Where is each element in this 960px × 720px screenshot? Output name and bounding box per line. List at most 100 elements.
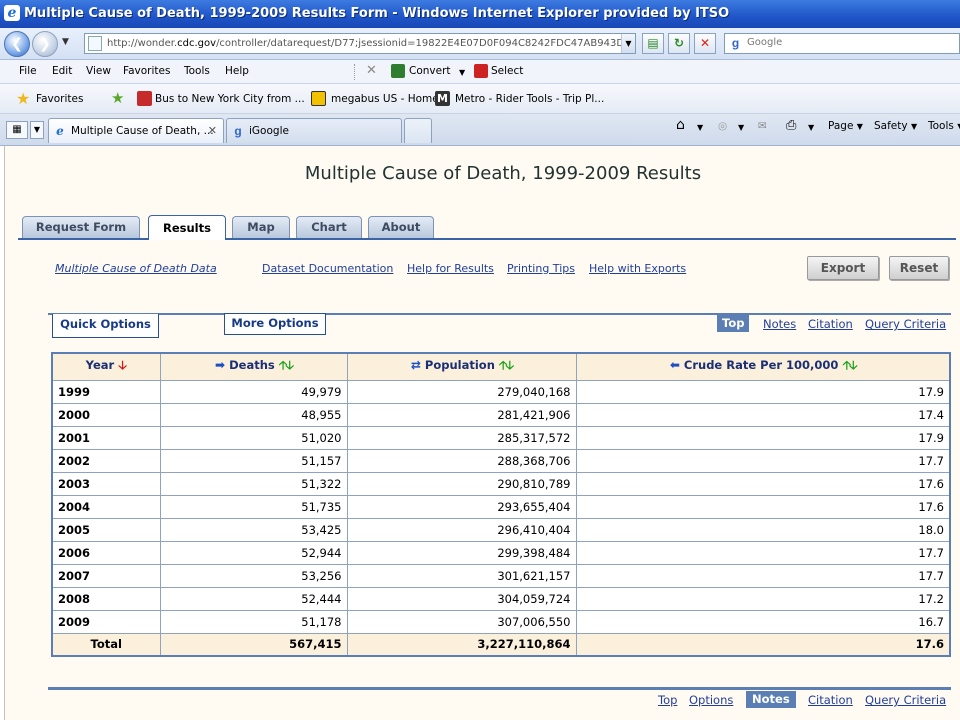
google-favicon: g (234, 124, 242, 138)
more-options-tab[interactable]: More Options (224, 313, 326, 335)
bus-site-icon (137, 91, 152, 106)
cell-deaths: 51,178 (159, 609, 348, 634)
favorite-link-megabus[interactable]: megabus US - Home (331, 93, 439, 105)
cell-year: 2002 (51, 448, 161, 473)
home-icon[interactable]: ⌂ (676, 117, 685, 133)
header-population[interactable]: ⇄ Population 🡡🡣 (346, 352, 577, 381)
read-mail-icon[interactable]: ✉ (758, 120, 767, 132)
tab-chart[interactable]: Chart (296, 216, 362, 238)
table-row: 1999 49,979 279,040,168 17.9 (51, 379, 951, 404)
refresh-icon[interactable]: ↻ (668, 33, 690, 54)
nav-citation-link[interactable]: Citation (808, 317, 853, 331)
cell-crude-rate: 17.6 (575, 471, 951, 496)
convert-button[interactable]: Convert (409, 65, 451, 77)
compatibility-view-icon[interactable]: ▤ (642, 33, 664, 54)
link-dataset-data[interactable]: Multiple Cause of Death Data (55, 262, 217, 275)
convert-dropdown-icon[interactable]: ▼ (459, 68, 465, 77)
tab-list-dropdown-icon[interactable]: ▼ (30, 121, 44, 139)
cell-year: 2003 (51, 471, 161, 496)
add-favorite-icon[interactable]: ★ (111, 89, 124, 107)
safety-menu[interactable]: Safety ▼ (874, 120, 917, 132)
favorite-link-bus[interactable]: Bus to New York City from ... (155, 93, 305, 105)
menu-favorites[interactable]: Favorites (123, 65, 170, 77)
table-row: 2000 48,955 281,421,906 17.4 (51, 402, 951, 427)
header-deaths[interactable]: ➡ Deaths 🡡🡣 (159, 352, 348, 381)
sort-toggle-icon[interactable]: 🡡🡣 (279, 358, 294, 372)
sort-desc-icon[interactable]: 🡣 (118, 358, 127, 372)
quick-options-tab[interactable]: Quick Options (52, 314, 159, 338)
cell-population: 301,621,157 (346, 563, 577, 588)
menu-help[interactable]: Help (225, 65, 249, 77)
bottom-nav-query-criteria-link[interactable]: Query Criteria (865, 693, 946, 707)
page-menu[interactable]: Page ▼ (828, 120, 863, 132)
back-button[interactable]: ❮ (4, 31, 30, 57)
cell-year: 2001 (51, 425, 161, 450)
link-help-with-exports[interactable]: Help with Exports (589, 262, 686, 275)
bottom-nav-citation-link[interactable]: Citation (808, 693, 853, 707)
new-tab-button[interactable] (404, 118, 432, 143)
home-dropdown-icon[interactable]: ▼ (697, 123, 703, 132)
url-field[interactable]: http://wonder.cdc.gov/controller/datareq… (84, 33, 636, 54)
nav-top-active[interactable]: Top (717, 315, 750, 332)
sort-toggle-icon[interactable]: 🡡🡣 (499, 358, 514, 372)
select-button[interactable]: Select (491, 65, 523, 77)
ie-page-icon: e (56, 124, 64, 138)
table-row: 2004 51,735 293,655,404 17.6 (51, 494, 951, 519)
sort-toggle-icon[interactable]: 🡡🡣 (842, 358, 857, 372)
cell-year: 1999 (51, 379, 161, 404)
move-left-icon[interactable]: ⬅ (670, 358, 680, 372)
bottom-nav-top-link[interactable]: Top (658, 693, 677, 707)
browser-tab-igoogle[interactable]: g iGoogle (226, 118, 402, 143)
browser-tab-label: iGoogle (249, 125, 289, 137)
favorites-button[interactable]: Favorites (36, 93, 83, 105)
link-printing-tips[interactable]: Printing Tips (507, 262, 575, 275)
menu-view[interactable]: View (86, 65, 111, 77)
tab-results[interactable]: Results (148, 215, 226, 240)
feeds-dropdown-icon[interactable]: ▼ (738, 123, 744, 132)
tab-request-form[interactable]: Request Form (22, 216, 140, 238)
print-dropdown-icon[interactable]: ▼ (808, 123, 814, 132)
url-dropdown-icon[interactable]: ▼ (621, 34, 635, 53)
search-field[interactable]: g Google (724, 33, 960, 54)
close-toolbar-icon[interactable]: ✕ (366, 63, 377, 78)
favorite-link-metro[interactable]: Metro - Rider Tools - Trip Pl... (455, 93, 604, 105)
swap-columns-icon[interactable]: ⇄ (411, 358, 421, 372)
link-help-for-results[interactable]: Help for Results (407, 262, 494, 275)
move-right-icon[interactable]: ➡ (215, 358, 225, 372)
browser-tab-label: Multiple Cause of Death, ... (71, 125, 214, 137)
table-row: 2009 51,178 307,006,550 16.7 (51, 609, 951, 634)
feeds-icon[interactable]: ◎ (718, 120, 727, 132)
reset-button[interactable]: Reset (889, 256, 949, 280)
close-tab-icon[interactable]: ✕ (208, 124, 217, 137)
header-year[interactable]: Year 🡣 (51, 352, 161, 381)
search-placeholder: Google (747, 37, 783, 48)
browser-tab-active[interactable]: e Multiple Cause of Death, ... ✕ (48, 118, 224, 143)
cell-deaths: 51,735 (159, 494, 348, 519)
tab-about[interactable]: About (368, 216, 434, 238)
nav-notes-link[interactable]: Notes (763, 317, 796, 331)
tools-menu[interactable]: Tools ▼ (928, 120, 960, 132)
bottom-nav-notes-active[interactable]: Notes (746, 691, 796, 708)
cell-population: 290,810,789 (346, 471, 577, 496)
menu-tools[interactable]: Tools (184, 65, 210, 77)
cell-population: 299,398,484 (346, 540, 577, 565)
total-crude-rate: 17.6 (575, 632, 951, 657)
cell-deaths: 51,020 (159, 425, 348, 450)
cell-population: 296,410,404 (346, 517, 577, 542)
bottom-nav-options-link[interactable]: Options (689, 693, 733, 707)
nav-query-criteria-link[interactable]: Query Criteria (865, 317, 946, 331)
stop-icon[interactable]: ✕ (694, 33, 716, 54)
quick-tabs-icon[interactable]: ▦ (6, 121, 28, 139)
tab-map[interactable]: Map (232, 216, 290, 238)
link-dataset-documentation[interactable]: Dataset Documentation (262, 262, 393, 275)
menu-edit[interactable]: Edit (52, 65, 72, 77)
cell-deaths: 51,157 (159, 448, 348, 473)
recent-pages-dropdown-icon[interactable]: ▼ (62, 37, 69, 47)
url-text: http://wonder.cdc.gov/controller/datareq… (107, 38, 625, 49)
print-icon[interactable]: ⎙ (786, 118, 796, 133)
menu-file[interactable]: File (19, 65, 37, 77)
forward-button[interactable]: ❯ (32, 31, 58, 57)
ie-logo-icon: e (4, 5, 20, 21)
export-button[interactable]: Export (807, 256, 879, 280)
header-crude-rate[interactable]: ⬅ Crude Rate Per 100,000 🡡🡣 (575, 352, 951, 381)
